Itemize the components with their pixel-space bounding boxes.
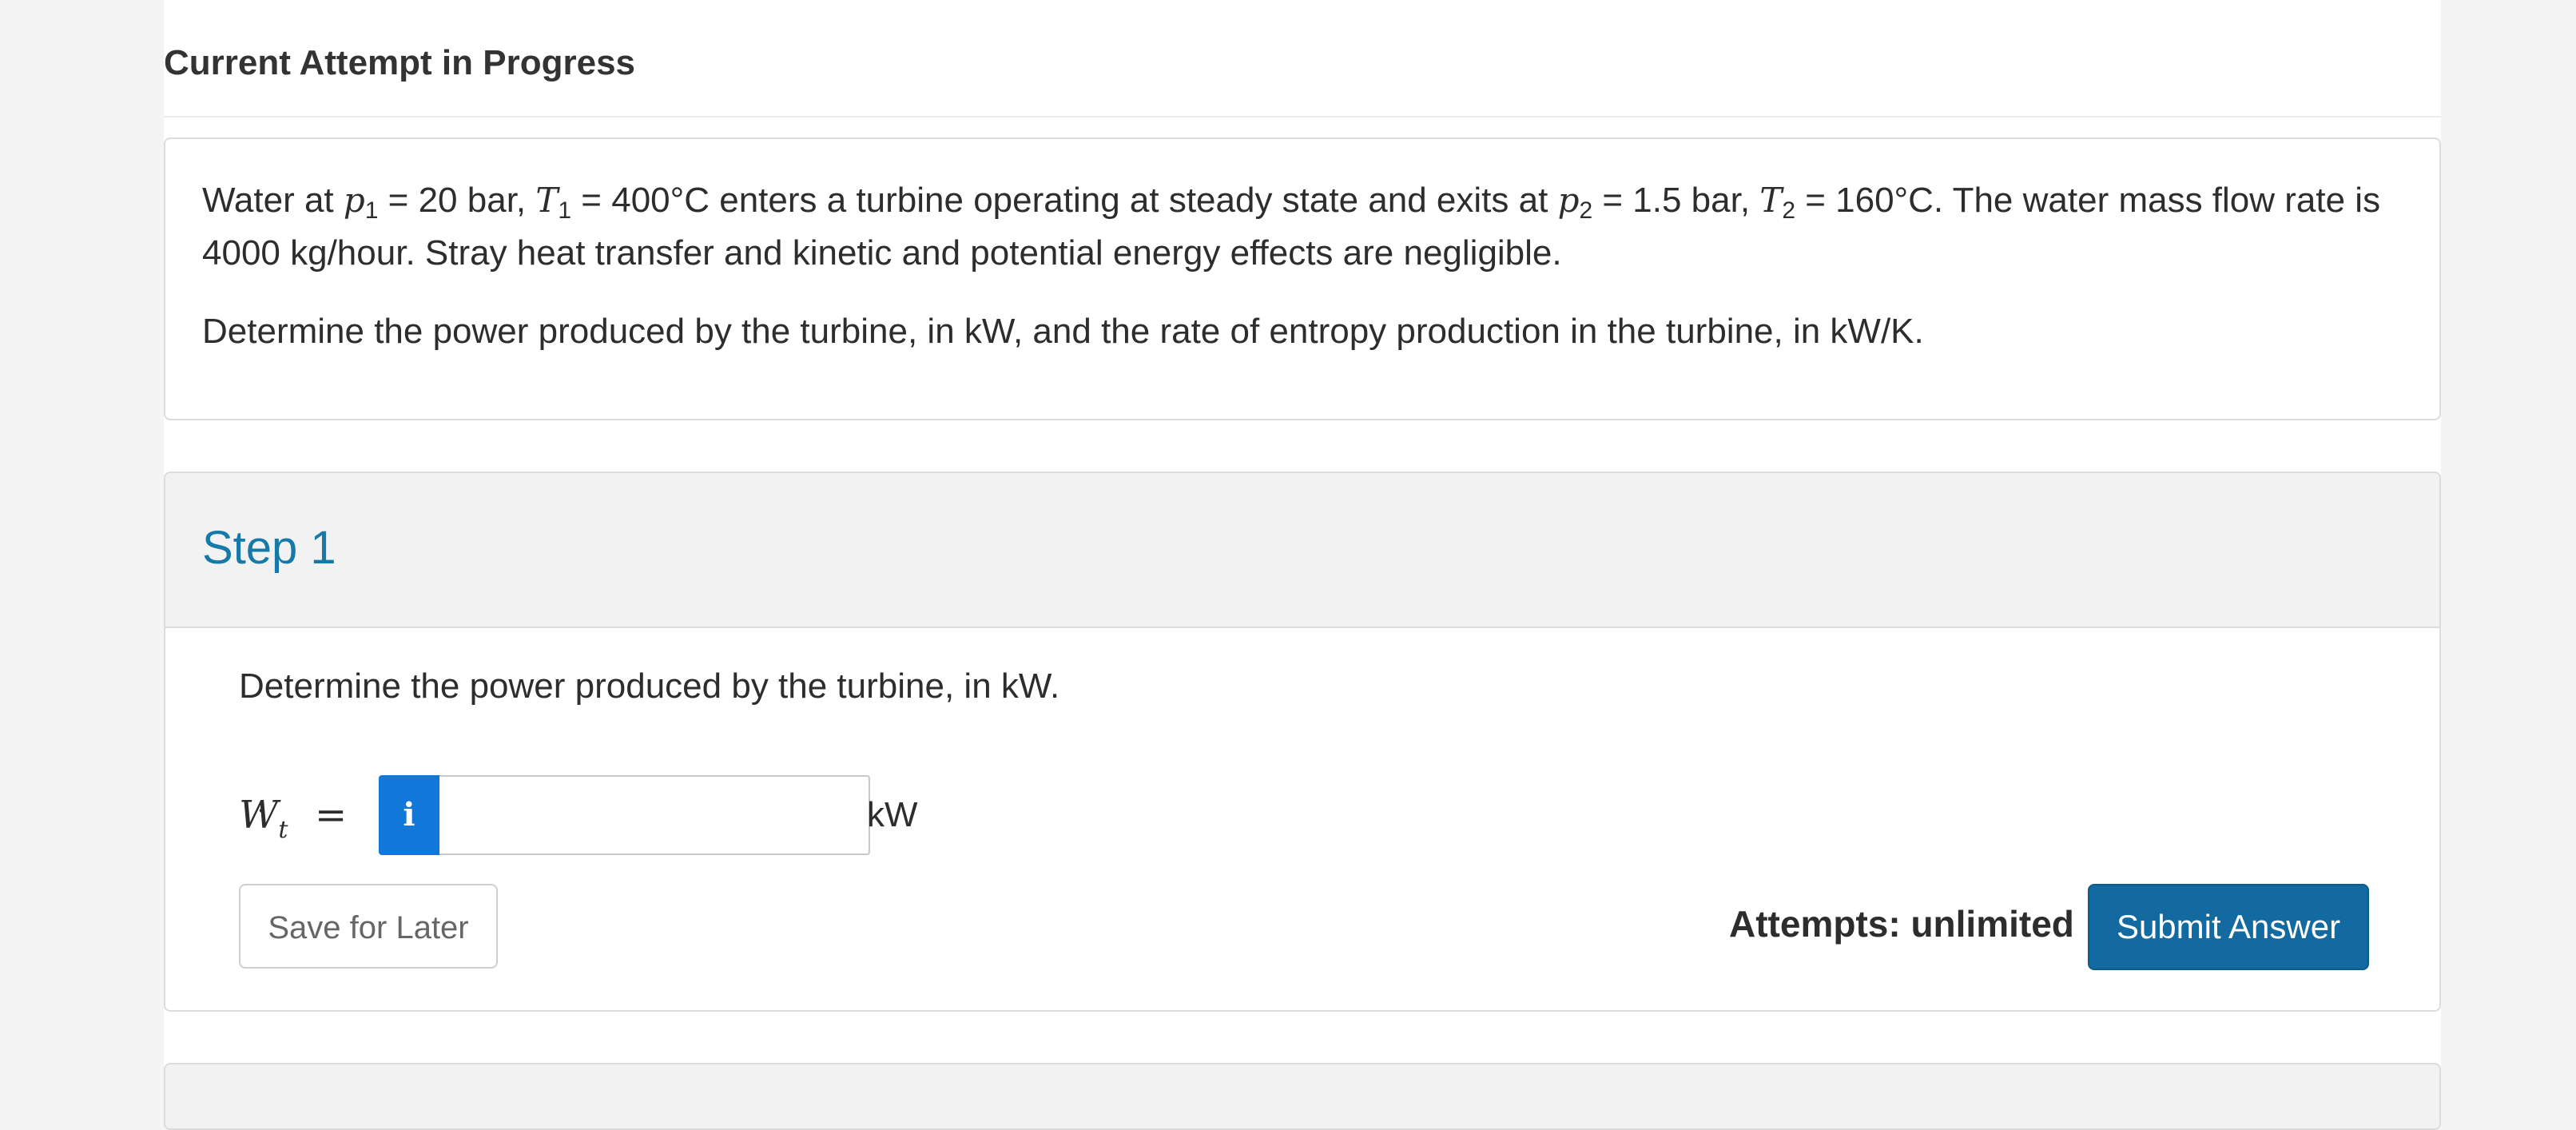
var-t1: T xyxy=(535,181,559,220)
var-t2: T xyxy=(1759,181,1783,220)
answer-input[interactable] xyxy=(439,775,870,855)
question-text: Water at p1 = 20 bar, T1 = 400°C enters … xyxy=(202,181,2381,273)
attempts-label: Attempts: unlimited xyxy=(1729,903,2074,945)
unit-label: kW xyxy=(867,795,918,834)
step-card: Step 1 Determine the power produced by t… xyxy=(164,471,2441,1012)
dot-accent: ˙ xyxy=(253,805,269,842)
answer-row: ˙ Wt = i kW xyxy=(239,775,1038,855)
next-step-card xyxy=(164,1063,2441,1130)
question-box: Water at p1 = 20 bar, T1 = 400°C enters … xyxy=(164,137,2441,420)
submit-answer-button[interactable]: Submit Answer xyxy=(2088,884,2369,970)
info-icon[interactable]: i xyxy=(379,775,439,855)
variable-label: ˙ Wt xyxy=(239,775,288,855)
page: Current Attempt in Progress Water at p1 … xyxy=(164,0,2441,1130)
question-task: Determine the power produced by the turb… xyxy=(202,312,1924,351)
step-title: Step 1 xyxy=(202,522,336,574)
save-for-later-button[interactable]: Save for Later xyxy=(239,884,498,969)
step-header: Step 1 xyxy=(165,473,2439,628)
equals-sign: = xyxy=(315,793,348,838)
attempt-header: Current Attempt in Progress xyxy=(164,40,2441,117)
step-prompt: Determine the power produced by the turb… xyxy=(239,666,1060,706)
attempt-title: Current Attempt in Progress xyxy=(164,43,636,82)
var-p1: p xyxy=(343,181,365,220)
var-p2: p xyxy=(1557,181,1580,220)
